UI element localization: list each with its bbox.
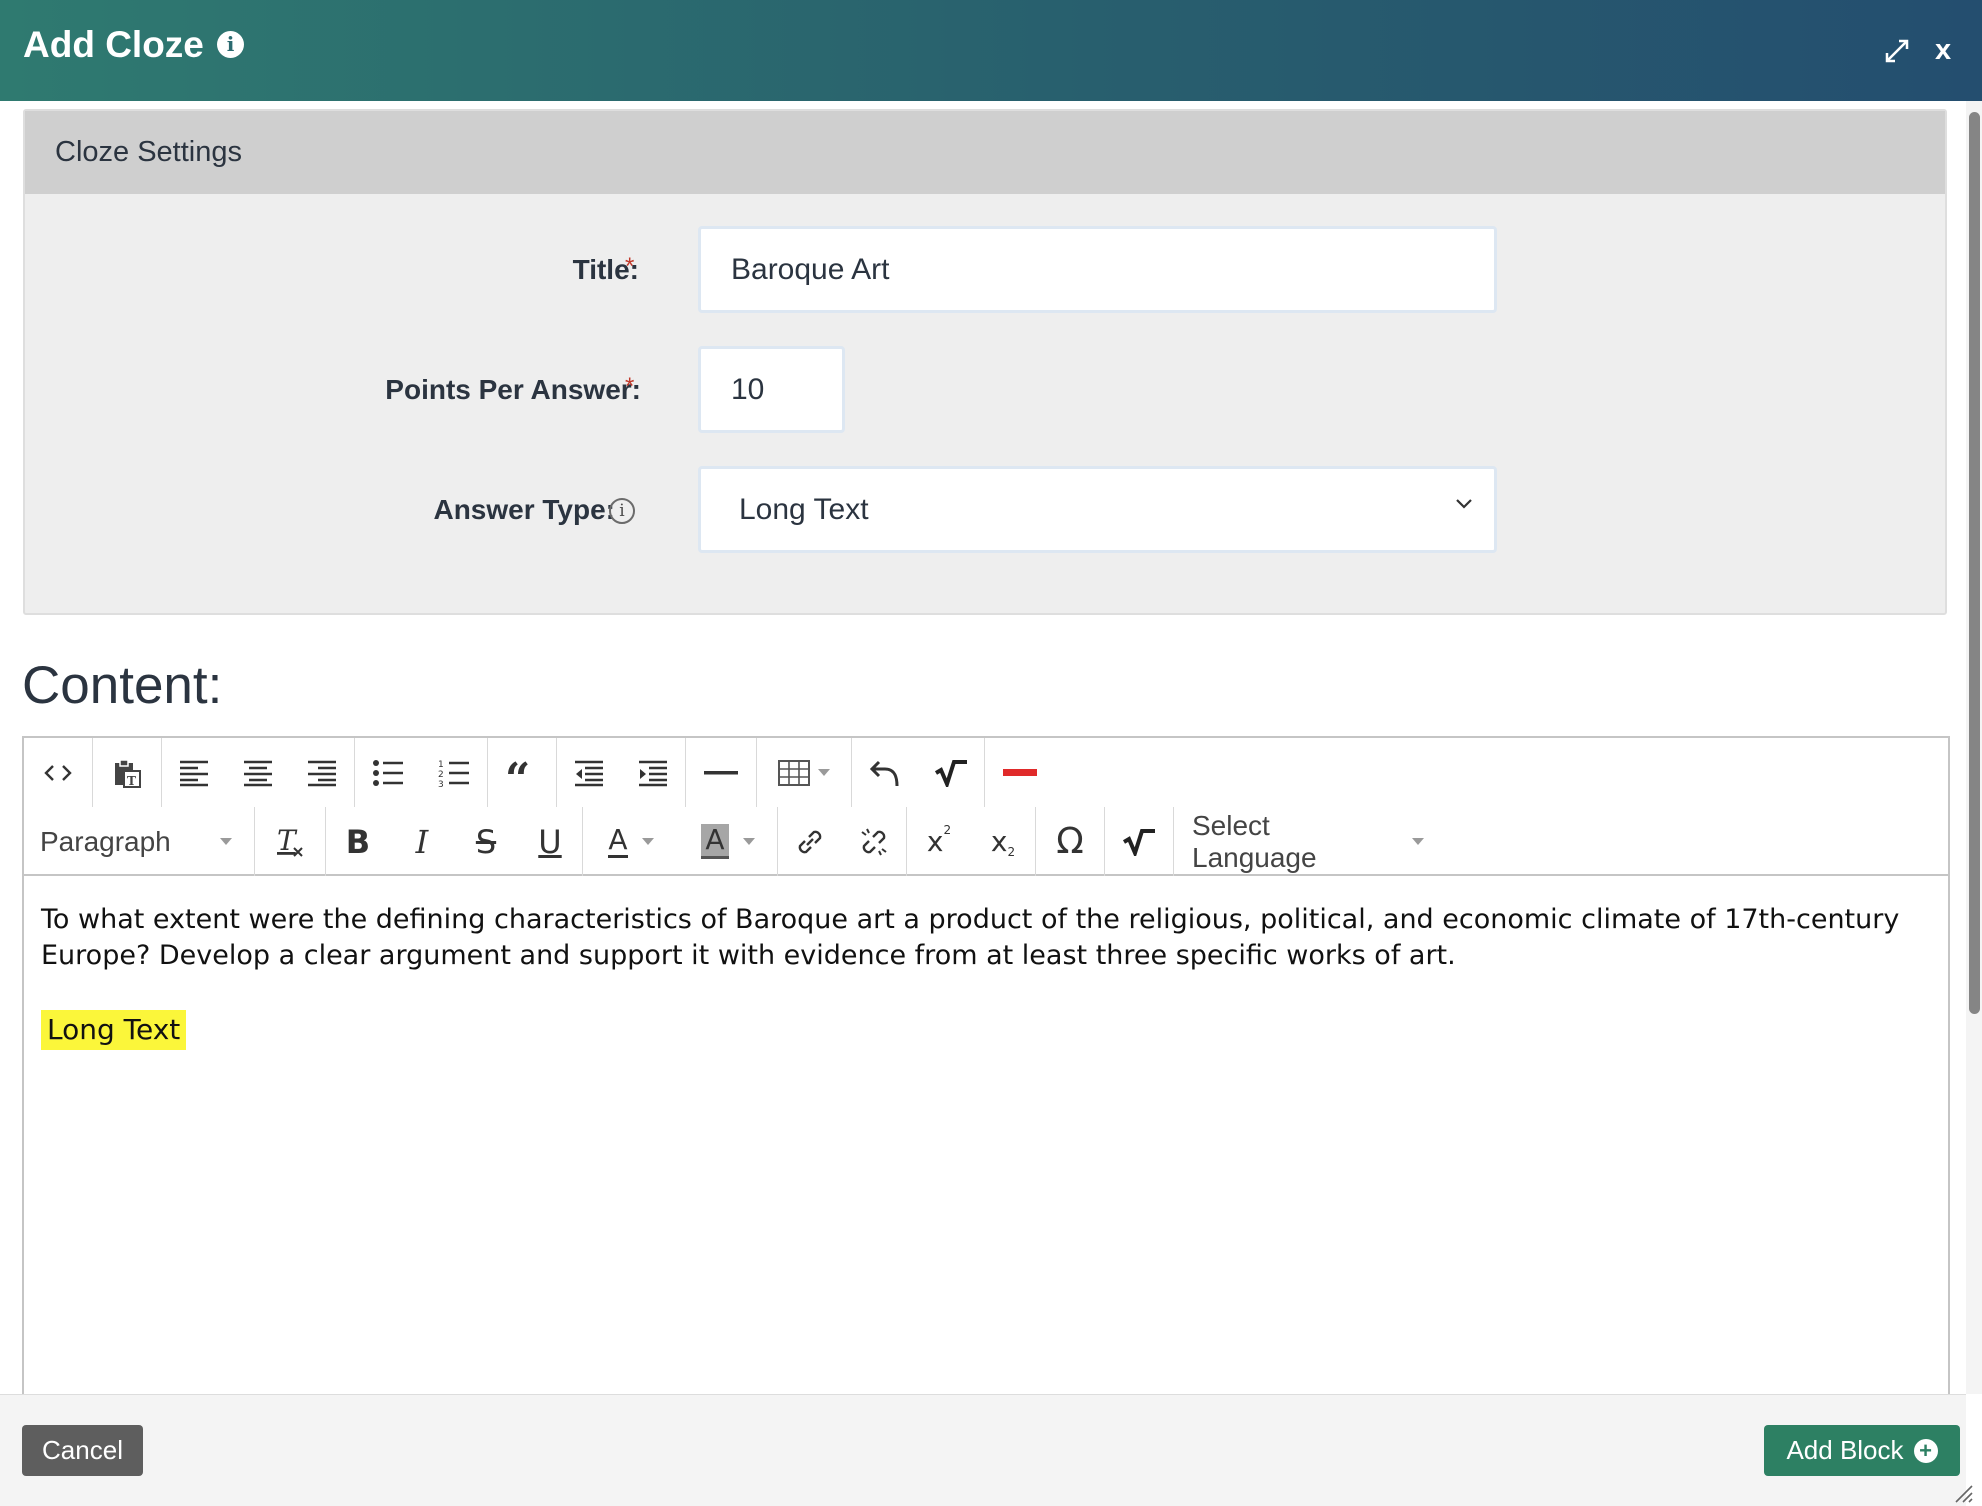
title-input[interactable]: Baroque Art	[698, 226, 1497, 313]
chevron-down-icon	[641, 838, 654, 845]
cloze-settings-panel: Cloze Settings Title: * Baroque Art Poin…	[23, 109, 1947, 615]
language-dropdown[interactable]: Select Language	[1174, 807, 1424, 876]
horizontal-rule-icon[interactable]	[686, 738, 756, 807]
svg-text:3: 3	[438, 780, 444, 788]
superscript-two: 2	[943, 822, 952, 837]
dialog-title: Add Cloze	[23, 24, 204, 65]
source-code-icon[interactable]	[24, 738, 92, 807]
font-color-glyph: A	[608, 823, 628, 858]
toolbar-row: Paragraph T B I S U A A x 2 x 2 Ω Select…	[24, 807, 1424, 876]
required-marker: *	[625, 373, 635, 400]
add-block-button[interactable]: Add Block +	[1764, 1425, 1960, 1476]
points-label: Points Per Answer:	[385, 374, 641, 405]
link-icon[interactable]	[778, 807, 842, 876]
math-formula-icon[interactable]	[918, 738, 984, 807]
math-formula-icon[interactable]	[1105, 807, 1173, 876]
special-character-icon[interactable]: Ω	[1036, 807, 1104, 876]
chevron-down-icon	[1456, 499, 1472, 509]
plus-circle-icon: +	[1913, 1438, 1938, 1463]
background-color-glyph: A	[701, 824, 729, 859]
info-icon[interactable]: i	[609, 498, 635, 524]
bold-icon[interactable]: B	[326, 807, 390, 876]
dialog-footer: Cancel Add Block +	[0, 1394, 1966, 1506]
dialog-titlebar: Add Cloze i x	[0, 0, 1982, 101]
chevron-down-icon	[220, 838, 232, 845]
svg-text:T: T	[127, 774, 136, 788]
strikethrough-icon[interactable]: S	[454, 807, 518, 876]
align-right-icon[interactable]	[290, 738, 354, 807]
italic-icon[interactable]: I	[390, 807, 454, 876]
cancel-button[interactable]: Cancel	[22, 1425, 143, 1476]
block-format-value: Paragraph	[40, 825, 171, 857]
svg-text:1: 1	[438, 760, 444, 770]
answer-type-value: Long Text	[739, 492, 869, 526]
chevron-down-icon	[742, 838, 755, 845]
bullet-list-icon[interactable]	[355, 738, 421, 807]
answer-type-select[interactable]: Long Text	[698, 466, 1497, 553]
cloze-blank-icon[interactable]	[985, 738, 1055, 807]
font-color-icon[interactable]: A	[583, 807, 679, 876]
align-center-icon[interactable]	[226, 738, 290, 807]
undo-icon[interactable]	[852, 738, 918, 807]
close-button[interactable]: x	[1935, 34, 1951, 67]
paste-text-icon[interactable]: T	[93, 738, 161, 807]
answer-type-label: Answer Type:	[433, 494, 615, 525]
background-color-icon[interactable]: A	[679, 807, 777, 876]
block-format-dropdown[interactable]: Paragraph	[24, 807, 254, 876]
svg-text:2: 2	[438, 770, 444, 780]
superscript-icon[interactable]: x2	[907, 807, 971, 876]
points-input[interactable]: 10	[698, 346, 845, 433]
language-value: Select Language	[1192, 809, 1317, 873]
answer-blank[interactable]: Long Text	[41, 1010, 187, 1050]
clear-format-icon[interactable]: T	[255, 807, 325, 876]
question-text: To what extent were the defining charact…	[41, 904, 1900, 971]
svg-text:T: T	[277, 826, 298, 857]
content-heading: Content:	[22, 656, 223, 715]
blockquote-icon[interactable]: “	[488, 738, 556, 807]
settings-header: Cloze Settings	[25, 111, 1945, 194]
subscript-icon[interactable]: x2	[971, 807, 1035, 876]
numbered-list-icon[interactable]: 123	[421, 738, 487, 807]
expand-icon[interactable]	[1883, 37, 1911, 65]
outdent-icon[interactable]	[557, 738, 621, 807]
scrollbar-thumb[interactable]	[1969, 112, 1980, 1014]
editor-toolbar: T 123 “ Paragraph T B I S U A A x 2 x 2 …	[24, 738, 1948, 876]
underline-icon[interactable]: U	[518, 807, 582, 876]
chevron-down-icon	[818, 769, 830, 776]
info-icon[interactable]: i	[217, 31, 244, 58]
table-icon[interactable]	[757, 738, 851, 807]
subscript-two: 2	[1007, 844, 1016, 859]
align-left-icon[interactable]	[162, 738, 226, 807]
svg-text:“: “	[505, 760, 530, 786]
editor-content-area[interactable]: To what extent were the defining charact…	[41, 902, 1931, 1050]
indent-icon[interactable]	[621, 738, 685, 807]
resize-handle-icon[interactable]	[1950, 1480, 1974, 1504]
chevron-down-icon	[1412, 838, 1424, 845]
rich-text-editor: T 123 “ Paragraph T B I S U A A x 2 x 2 …	[22, 736, 1950, 1404]
toolbar-row: T 123 “	[24, 738, 1055, 807]
add-block-label: Add Block	[1786, 1435, 1904, 1465]
required-marker: *	[625, 253, 635, 280]
unlink-icon[interactable]	[842, 807, 906, 876]
